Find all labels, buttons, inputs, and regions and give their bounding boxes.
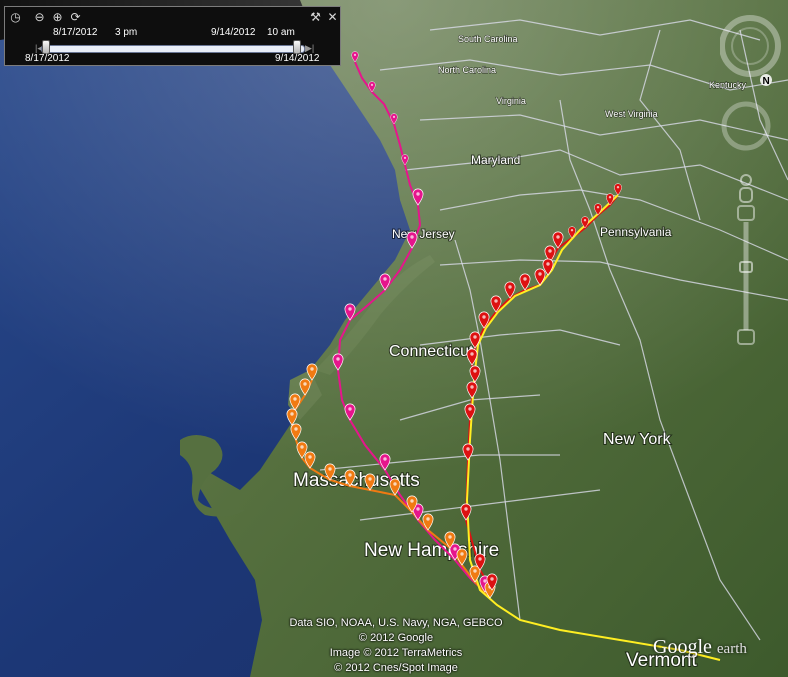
label-new-jersey: New Jersey bbox=[392, 227, 455, 241]
time-slider-panel[interactable]: ◷ ⊖ ⊕ ⟳ ⚒ ✕ 8/17/2012 3 pm 9/14/2012 10 … bbox=[4, 6, 341, 66]
attribution-line-4: © 2012 Cnes/Spot Image bbox=[334, 662, 458, 674]
range-end-date: 9/14/2012 bbox=[275, 53, 320, 64]
time-slider-end-handle[interactable] bbox=[293, 40, 301, 54]
navigation-controls[interactable]: N bbox=[720, 10, 786, 350]
time-slider-track[interactable] bbox=[41, 45, 305, 53]
label-pennsylvania: Pennsylvania bbox=[600, 225, 672, 239]
compass-north-icon[interactable]: N bbox=[760, 74, 772, 87]
attribution-line-2: © 2012 Google bbox=[358, 632, 434, 644]
map-canvas[interactable]: South Carolina North Carolina Virginia W… bbox=[0, 0, 788, 677]
attribution-line-3: Image © 2012 TerraMetrics bbox=[329, 647, 463, 659]
time-slider-start-handle[interactable] bbox=[42, 40, 50, 54]
current-start-date: 8/17/2012 bbox=[53, 27, 98, 38]
label-south-carolina: South Carolina bbox=[458, 34, 518, 44]
attribution-line-1: Data SIO, NOAA, U.S. Navy, NGA, GEBCO bbox=[289, 617, 503, 629]
settings-wrench-icon[interactable]: ⚒ bbox=[309, 11, 322, 24]
compass-ring[interactable] bbox=[720, 15, 781, 77]
current-end-date: 9/14/2012 bbox=[211, 27, 256, 38]
zoom-in-icon[interactable]: ⊕ bbox=[51, 11, 64, 24]
map-viewport[interactable]: South Carolina North Carolina Virginia W… bbox=[0, 0, 788, 677]
look-joystick[interactable] bbox=[721, 101, 771, 151]
street-view-pegman-icon[interactable] bbox=[739, 174, 753, 203]
label-new-york: New York bbox=[603, 431, 672, 448]
clock-icon[interactable]: ◷ bbox=[9, 11, 22, 24]
logo-main-text: Google bbox=[653, 636, 712, 658]
zoom-slider[interactable] bbox=[737, 205, 755, 345]
reset-time-icon[interactable]: ⟳ bbox=[69, 11, 82, 24]
label-west-virginia: West Virginia bbox=[605, 109, 658, 119]
label-virginia: Virginia bbox=[496, 96, 526, 106]
range-start-date: 8/17/2012 bbox=[25, 53, 70, 64]
atmosphere-haze bbox=[0, 0, 788, 677]
label-north-carolina: North Carolina bbox=[438, 65, 496, 75]
close-icon[interactable]: ✕ bbox=[326, 11, 339, 24]
logo-sub-text: earth bbox=[716, 641, 747, 657]
label-connecticut: Connecticut bbox=[389, 343, 474, 360]
compass-north-label: N bbox=[763, 76, 770, 87]
current-end-time: 10 am bbox=[267, 27, 295, 38]
zoom-out-icon[interactable]: ⊖ bbox=[33, 11, 46, 24]
current-start-time: 3 pm bbox=[115, 27, 138, 38]
google-earth-logo: Google earth bbox=[653, 636, 747, 659]
label-maryland: Maryland bbox=[471, 153, 520, 167]
